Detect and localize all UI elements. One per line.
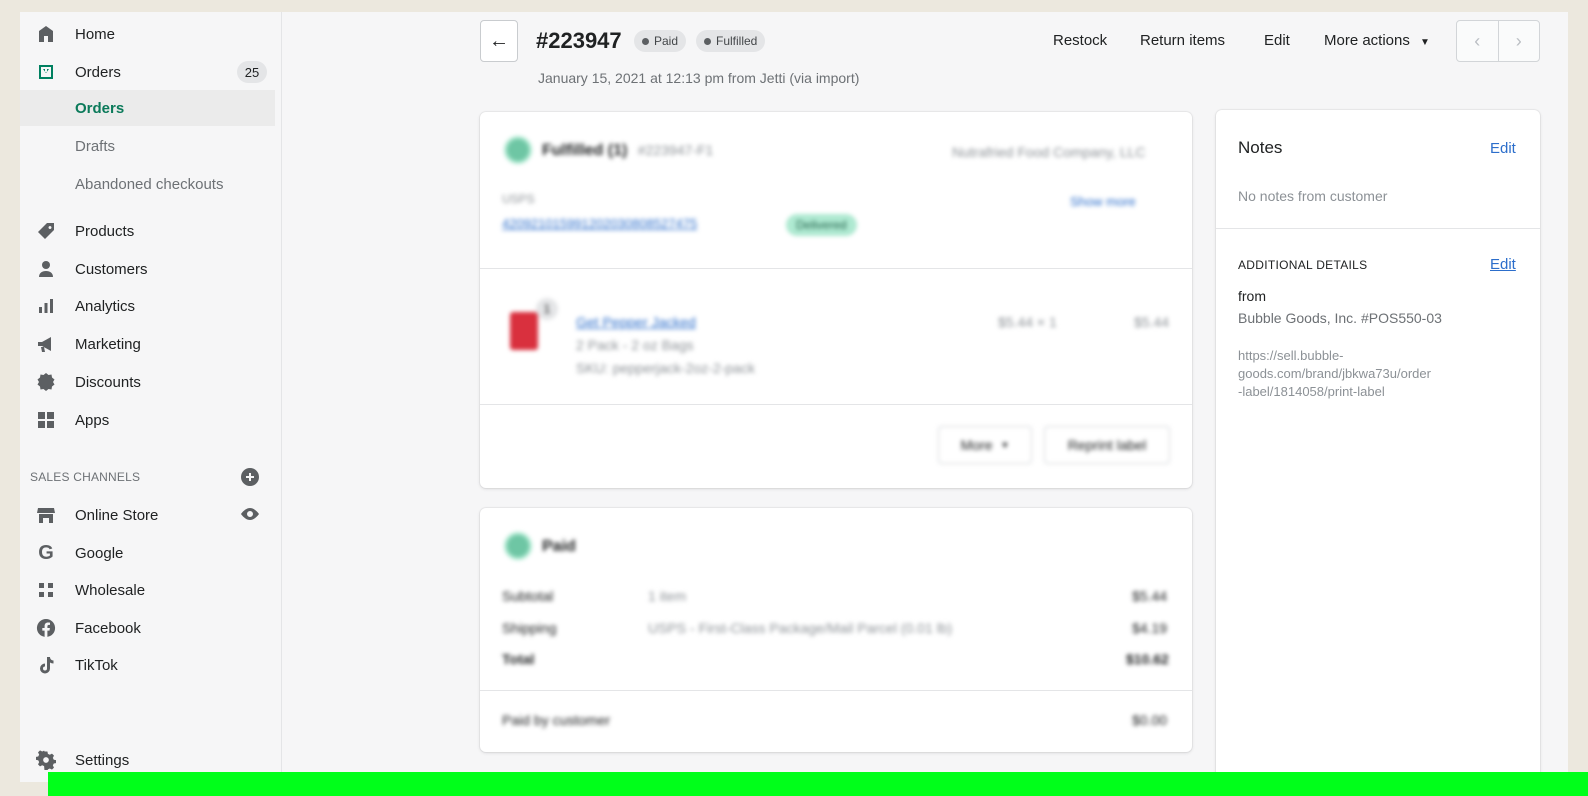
tag-icon bbox=[35, 220, 57, 242]
paid-title: Paid bbox=[542, 538, 576, 555]
apps-icon bbox=[35, 409, 57, 431]
back-button[interactable]: ← bbox=[480, 20, 518, 62]
paid-by-customer-label: Paid by customer bbox=[502, 712, 611, 728]
sidebar-item-marketing[interactable]: Marketing bbox=[20, 327, 275, 361]
arrow-left-icon: ← bbox=[489, 29, 509, 52]
google-icon: G bbox=[38, 541, 54, 564]
sidebar-item-facebook[interactable]: Facebook bbox=[20, 611, 275, 645]
sidebar-item-discounts[interactable]: Discounts bbox=[20, 365, 275, 399]
paid-by-customer-amount: $0.00 bbox=[1132, 712, 1168, 728]
facebook-icon bbox=[35, 617, 57, 639]
additional-details-heading: ADDITIONAL DETAILS bbox=[1238, 258, 1368, 272]
product-variant: 2 Pack - 2 oz Bags bbox=[576, 337, 694, 353]
caret-down-icon: ▼ bbox=[1000, 440, 1010, 450]
order-pager: ‹ › bbox=[1456, 20, 1540, 62]
sidebar-item-tiktok[interactable]: TikTok bbox=[20, 648, 275, 682]
more-actions-button[interactable]: More actions ▼ bbox=[1324, 32, 1430, 49]
edit-additional-details-link[interactable]: Edit bbox=[1490, 256, 1516, 273]
product-name-link[interactable]: Get Pepper Jacked bbox=[576, 314, 696, 330]
edit-notes-link[interactable]: Edit bbox=[1490, 140, 1516, 157]
card-divider bbox=[480, 268, 1192, 269]
show-more-link[interactable]: Show more bbox=[1070, 194, 1136, 209]
return-items-button[interactable]: Return items bbox=[1140, 32, 1225, 49]
from-label: from bbox=[1238, 288, 1266, 304]
next-order-chevron-icon[interactable]: › bbox=[1499, 21, 1540, 61]
order-subline: January 15, 2021 at 12:13 pm from Jetti … bbox=[538, 70, 860, 86]
bar-chart-icon bbox=[35, 295, 57, 317]
additional-url-line-2: goods.com/brand/jbkwa73u/order bbox=[1238, 366, 1431, 381]
carrier-label: USPS bbox=[502, 192, 535, 206]
discount-icon bbox=[35, 371, 57, 393]
additional-url-line-3: -label/1814058/print-label bbox=[1238, 384, 1385, 399]
sidebar-item-orders[interactable]: Orders 25 bbox=[20, 55, 275, 89]
page-title: #223947 bbox=[536, 28, 622, 53]
sidebar-item-online-store[interactable]: Online Store bbox=[20, 498, 275, 532]
edit-order-button[interactable]: Edit bbox=[1264, 32, 1290, 49]
previous-order-chevron-icon[interactable]: ‹ bbox=[1457, 21, 1499, 61]
notes-title: Notes bbox=[1238, 138, 1283, 157]
payment-card: Paid Subtotal 1 item $5.44 Shipping USPS… bbox=[480, 508, 1192, 752]
paid-status-badge: Paid bbox=[634, 30, 687, 52]
fulfillment-location: Nutrafried Food Company, LLC bbox=[952, 144, 1146, 160]
shipping-amount: $4.19 bbox=[1132, 620, 1168, 636]
total-label: Total bbox=[502, 651, 535, 667]
sidebar-item-customers[interactable]: Customers bbox=[20, 252, 275, 286]
total-amount: $10.62 bbox=[1126, 651, 1169, 667]
sales-channels-heading: SALES CHANNELS bbox=[30, 470, 141, 484]
card-divider bbox=[1216, 228, 1540, 229]
sidebar-item-wholesale[interactable]: Wholesale bbox=[20, 573, 275, 607]
sidebar-subitem-abandoned-checkouts[interactable]: Abandoned checkouts bbox=[20, 166, 275, 202]
notes-card: Notes Edit No notes from customer ADDITI… bbox=[1216, 110, 1540, 782]
card-divider bbox=[480, 690, 1192, 691]
subtotal-label: Subtotal bbox=[502, 588, 554, 604]
wholesale-icon bbox=[35, 579, 57, 601]
from-value: Bubble Goods, Inc. #POS550-03 bbox=[1238, 310, 1442, 326]
quantity-bubble: 1 bbox=[536, 298, 558, 320]
restock-button[interactable]: Restock bbox=[1053, 32, 1107, 49]
fulfillment-card: Fulfilled (1) #223947-F1 Nutrafried Food… bbox=[480, 112, 1192, 488]
sidebar-item-home[interactable]: Home bbox=[20, 17, 275, 51]
more-button[interactable]: More ▼ bbox=[938, 426, 1032, 464]
home-icon bbox=[35, 23, 57, 45]
caret-down-icon: ▼ bbox=[1420, 37, 1430, 48]
sidebar-item-google[interactable]: G Google bbox=[20, 536, 275, 570]
subtotal-amount: $5.44 bbox=[1132, 588, 1168, 604]
highlight-bar bbox=[48, 772, 1588, 796]
card-divider bbox=[480, 404, 1192, 405]
megaphone-icon bbox=[35, 333, 57, 355]
store-icon bbox=[35, 504, 57, 526]
add-sales-channel-icon[interactable] bbox=[240, 467, 260, 487]
product-thumbnail bbox=[510, 312, 538, 350]
shipping-desc: USPS - First-Class Package/Mail Parcel (… bbox=[648, 620, 953, 636]
fulfilled-status-badge: Fulfilled bbox=[696, 30, 766, 52]
additional-url-line-1: https://sell.bubble- bbox=[1238, 348, 1344, 363]
app-frame: Home Orders 25 Orders Drafts Abandoned c… bbox=[20, 12, 1568, 782]
tracking-number-link[interactable]: 420921015991202030808527475 bbox=[502, 216, 697, 231]
sidebar-subitem-drafts[interactable]: Drafts bbox=[20, 128, 275, 164]
view-online-store-eye-icon[interactable] bbox=[240, 504, 260, 524]
sidebar-item-analytics[interactable]: Analytics bbox=[20, 289, 275, 323]
product-sku: SKU: pepperjack-2oz-2-pack bbox=[576, 360, 755, 376]
line-total: $5.44 bbox=[1134, 314, 1170, 330]
fulfilled-title: Fulfilled (1) #223947-F1 bbox=[542, 142, 714, 159]
sidebar-item-apps[interactable]: Apps bbox=[20, 403, 275, 437]
gear-icon bbox=[35, 749, 57, 771]
paid-check-icon bbox=[504, 532, 532, 560]
sidebar-subitem-orders[interactable]: Orders bbox=[20, 90, 275, 126]
sidebar: Home Orders 25 Orders Drafts Abandoned c… bbox=[20, 12, 282, 782]
notes-body: No notes from customer bbox=[1238, 188, 1388, 204]
orders-icon bbox=[35, 61, 57, 83]
unit-price-times-qty: $5.44 × 1 bbox=[998, 314, 1057, 330]
tiktok-icon bbox=[35, 654, 57, 676]
sidebar-item-products[interactable]: Products bbox=[20, 214, 275, 248]
person-icon bbox=[35, 258, 57, 280]
subtotal-desc: 1 item bbox=[648, 588, 687, 604]
reprint-label-button[interactable]: Reprint label bbox=[1044, 426, 1170, 464]
delivered-badge: Delivered bbox=[786, 214, 857, 236]
fulfilled-check-icon bbox=[504, 136, 532, 164]
shipping-label: Shipping bbox=[502, 620, 557, 636]
orders-count-badge: 25 bbox=[237, 61, 267, 83]
